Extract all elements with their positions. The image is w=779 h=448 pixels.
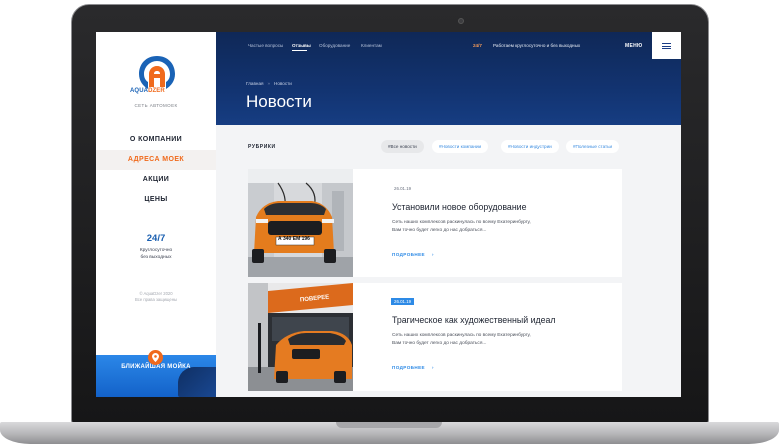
read-more-link[interactable]: ПОДРОБНЕЕ › — [392, 252, 434, 257]
menu-label[interactable]: МЕНЮ — [625, 43, 642, 49]
news-image-car-wash[interactable]: А 340 ЕМ 196 — [248, 169, 353, 277]
news-title[interactable]: Трагическое как художественный идеал — [392, 315, 556, 325]
nav-faq[interactable]: Частые вопросы — [248, 43, 283, 48]
chevron-right-icon: › — [432, 365, 434, 370]
breadcrumb-separator: » — [267, 81, 271, 86]
read-more-label: ПОДРОБНЕЕ — [392, 365, 426, 370]
news-card[interactable]: А 340 ЕМ 196 26.01.19 Установили новое о… — [248, 169, 622, 277]
logo-word-blue: AQUA — [130, 88, 149, 94]
chevron-right-icon: › — [432, 252, 434, 257]
news-excerpt-line2: Вам точно будет легко до нас добраться..… — [392, 228, 487, 233]
hours-text-line1: Круглосуточно — [139, 248, 173, 253]
sidebar: AQUADZER СЕТЬ АВТОМОЕК О КОМПАНИИ АДРЕСА… — [96, 32, 216, 397]
news-image-car-wash[interactable]: ПОВЕРЕЕ — [248, 283, 353, 391]
hours-top-badge: 24/7 — [473, 43, 482, 48]
nav-equipment[interactable]: Оборудование — [319, 43, 350, 48]
laptop-notch — [336, 422, 442, 428]
sidebar-tagline: СЕТЬ АВТОМОЕК — [134, 103, 178, 108]
logo-wordmark: AQUADZER — [130, 88, 165, 94]
nav-reviews[interactable]: Отзывы — [292, 43, 311, 48]
orange-suv-illustration — [248, 169, 353, 277]
read-more-label: ПОДРОБНЕЕ — [392, 252, 426, 257]
hours-text-line2: без выходных — [140, 255, 172, 260]
logo-word-orange: DZER — [148, 88, 165, 94]
hamburger-button[interactable] — [652, 32, 681, 59]
location-pin-icon — [152, 353, 159, 362]
sidebar-item-promotions[interactable]: АКЦИИ — [96, 170, 216, 190]
rubric-useful-articles[interactable]: #Полезные статьи — [566, 140, 620, 153]
hours-badge: 24/7 — [146, 233, 166, 244]
sidebar-item-addresses[interactable]: АДРЕСА МОЕК — [96, 150, 216, 170]
webcam — [458, 18, 464, 24]
rubrics-label: РУБРИКИ — [248, 144, 276, 150]
read-more-link[interactable]: ПОДРОБНЕЕ › — [392, 365, 434, 370]
rubric-company-news[interactable]: #Новости компании — [432, 140, 489, 153]
news-date: 26.01.19 — [391, 298, 415, 305]
screen: AQUADZER СЕТЬ АВТОМОЕК О КОМПАНИИ АДРЕСА… — [96, 32, 681, 397]
news-excerpt-line1: Сеть наших комплексов раскинулась по все… — [392, 333, 531, 338]
license-plate: А 340 ЕМ 196 — [278, 236, 310, 242]
sidebar-item-prices[interactable]: ЦЕНЫ — [96, 190, 216, 210]
copyright-line2: Все права защищены — [134, 297, 178, 302]
hamburger-icon-line — [662, 45, 671, 47]
news-excerpt-line2: Вам точно будет легко до нас добраться..… — [392, 341, 487, 346]
sidebar-item-about[interactable]: О КОМПАНИИ — [96, 130, 216, 150]
news-card[interactable]: ПОВЕРЕЕ 26.01.19 Трагическое как художес… — [248, 283, 622, 391]
location-pin-button[interactable] — [148, 350, 163, 365]
page-title: Новости — [246, 92, 312, 111]
news-date: 26.01.19 — [394, 186, 412, 191]
rubric-industry-news[interactable]: #Новости индустрии — [501, 140, 559, 153]
news-title[interactable]: Установили новое оборудование — [392, 202, 526, 212]
hours-top-text: Работаем круглосуточно и без выходных — [493, 43, 581, 48]
hero-header: Частые вопросы Отзывы Оборудование Клиен… — [216, 32, 681, 125]
hamburger-icon — [662, 43, 671, 44]
breadcrumb-current: Новости — [274, 81, 292, 86]
hamburger-icon-line — [662, 48, 671, 49]
breadcrumb: Главная » Новости — [246, 81, 292, 86]
car-silhouette — [178, 367, 216, 397]
copyright-line1: © AquaDzer 2020 — [139, 291, 173, 296]
rubric-all-news[interactable]: #Все новости — [381, 140, 424, 153]
nav-clients[interactable]: Клиентам — [361, 43, 382, 48]
news-excerpt-line1: Сеть наших комплексов раскинулась по все… — [392, 220, 531, 225]
breadcrumb-home[interactable]: Главная — [246, 81, 263, 86]
nav-active-underline — [292, 50, 307, 51]
